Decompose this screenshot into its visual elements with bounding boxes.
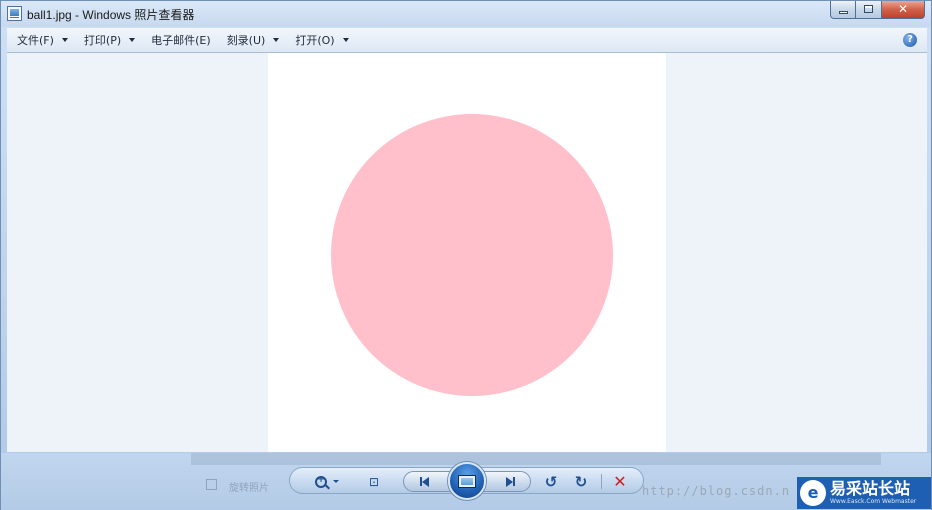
caption-buttons: ✕: [830, 1, 925, 19]
menu-print[interactable]: 打印(P): [83, 32, 136, 48]
bottom-toolbar-area: 旋转照片 ⊡ ↺ ↻: [1, 453, 931, 510]
displayed-photo: [268, 53, 666, 452]
delete-button[interactable]: ✕: [608, 468, 632, 495]
logo-text: 易采站长站 Www.Easck.Com Webmaster: [830, 480, 916, 506]
close-button[interactable]: ✕: [882, 1, 925, 19]
menu-burn-label: 刻录(U): [226, 34, 266, 47]
window-title: ball1.jpg - Windows 照片查看器: [27, 8, 195, 22]
rotate-counterclockwise-icon: ↺: [544, 472, 558, 491]
rotate-right-button[interactable]: ↻: [570, 468, 592, 495]
minimize-button[interactable]: [830, 1, 856, 19]
background-checkbox: [206, 479, 217, 490]
actual-size-button[interactable]: ⊡: [362, 468, 386, 495]
logo-mark: e: [800, 480, 826, 506]
logo-english-text: Www.Easck.Com Webmaster: [830, 498, 917, 505]
playback-controls: ⊡ ↺ ↻ ✕: [289, 462, 644, 500]
site-logo: e 易采站长站 Www.Easck.Com Webmaster: [797, 477, 931, 509]
chevron-down-icon: [129, 38, 136, 42]
maximize-icon: [864, 5, 873, 13]
photo-viewer-app-icon[interactable]: [7, 6, 22, 21]
logo-chinese-text: 易采站长站: [830, 479, 911, 498]
previous-icon: [419, 476, 429, 487]
delete-icon: ✕: [613, 472, 627, 491]
close-icon: ✕: [897, 2, 909, 16]
chevron-down-icon: [333, 480, 339, 483]
next-icon: [505, 476, 515, 487]
slideshow-icon: [458, 474, 476, 488]
chevron-down-icon: [342, 38, 349, 42]
fit-window-icon: ⊡: [368, 474, 380, 489]
menu-bar: 文件(F) 打印(P) 电子邮件(E) 刻录(U) 打开(O) ?: [7, 28, 927, 53]
background-window-text: 旋转照片: [229, 483, 269, 494]
watermark-url: http://blog.csdn.n: [642, 484, 791, 498]
minimize-icon: [839, 11, 848, 14]
rotate-clockwise-icon: ↻: [574, 472, 588, 491]
menu-burn[interactable]: 刻录(U): [227, 32, 280, 48]
maximize-button[interactable]: [856, 1, 882, 19]
zoom-button[interactable]: [312, 468, 342, 495]
pink-circle: [331, 114, 613, 396]
menu-file[interactable]: 文件(F): [17, 32, 68, 48]
slideshow-button[interactable]: [448, 462, 486, 500]
previous-button[interactable]: [410, 468, 438, 495]
photo-viewer-window: ball1.jpg - Windows 照片查看器 ✕ 文件(F) 打印(P) …: [0, 0, 932, 510]
zoom-handle: [325, 484, 330, 489]
rotate-left-button[interactable]: ↺: [540, 468, 562, 495]
menu-open[interactable]: 打开(O): [295, 32, 349, 48]
next-button[interactable]: [496, 468, 524, 495]
image-viewport[interactable]: [7, 53, 927, 452]
toolbar-separator: [601, 474, 602, 489]
chevron-down-icon: [273, 38, 280, 42]
background-window-edge: [191, 453, 881, 465]
title-bar[interactable]: ball1.jpg - Windows 照片查看器 ✕: [1, 1, 931, 27]
menu-email-label: 电子邮件(E): [151, 34, 211, 47]
help-icon[interactable]: ?: [903, 33, 917, 47]
menu-email[interactable]: 电子邮件(E): [151, 32, 211, 48]
menu-print-label: 打印(P): [83, 34, 122, 47]
chevron-down-icon: [61, 38, 68, 42]
menu-open-label: 打开(O): [295, 34, 335, 47]
menu-file-label: 文件(F): [17, 34, 54, 47]
